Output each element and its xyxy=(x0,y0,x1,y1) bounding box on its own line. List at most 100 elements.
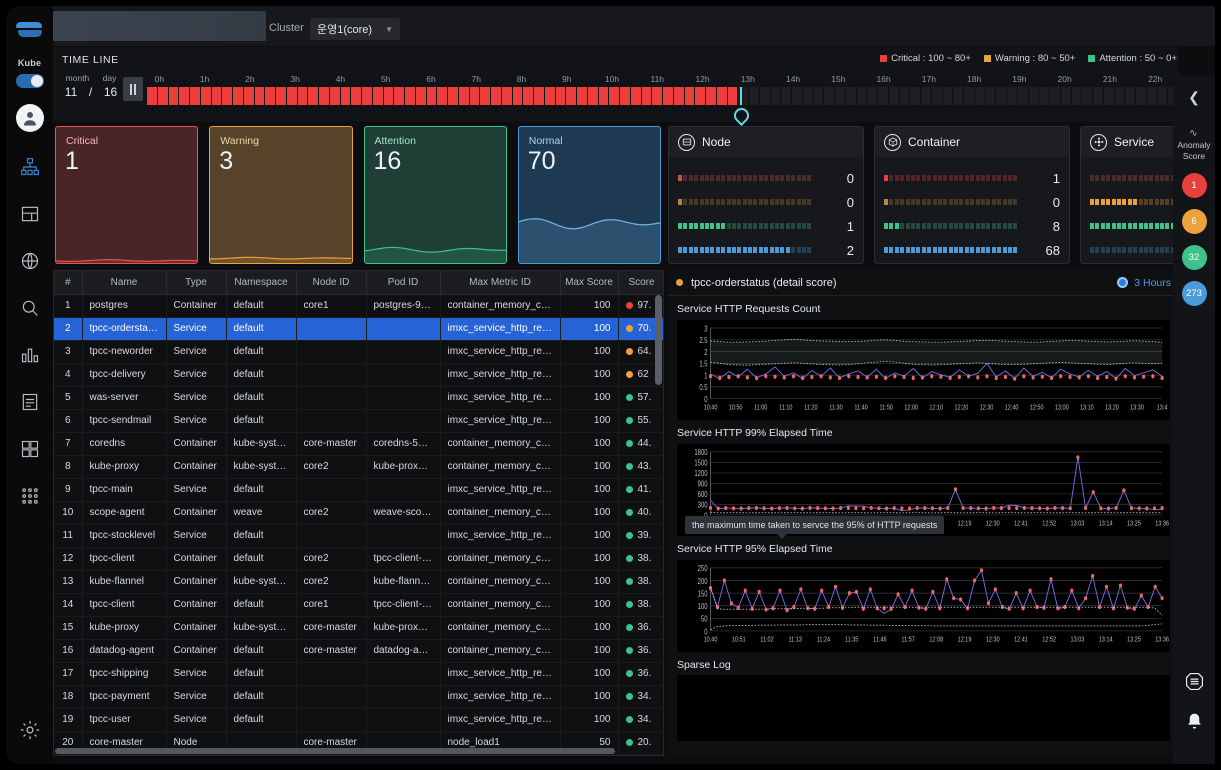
time-range-selector[interactable]: 3 Hours xyxy=(1117,277,1171,289)
timeline-cell[interactable] xyxy=(1093,87,1104,105)
timeline-cell[interactable] xyxy=(458,87,470,105)
table-row[interactable]: 18 tpcc-payment Service default imxc_service… xyxy=(54,685,663,709)
table-column-header[interactable]: Pod ID xyxy=(366,271,441,295)
sidebar-item-nodes-grid[interactable] xyxy=(18,484,42,508)
timeline-cell[interactable] xyxy=(469,87,481,105)
search-input[interactable] xyxy=(53,11,266,41)
table-row[interactable]: 12 tpcc-client Container default core2 tpcc-c… xyxy=(54,547,663,571)
table-column-header[interactable]: Max Score xyxy=(560,271,619,295)
table-column-header[interactable]: Node ID xyxy=(296,271,367,295)
kube-logo-icon[interactable] xyxy=(15,20,44,42)
table-row[interactable]: 15 kube-proxy Container kube-system core-mas… xyxy=(54,616,663,640)
cluster-select[interactable]: 운영1(core) ▼ xyxy=(310,18,400,40)
timeline-cell[interactable] xyxy=(695,87,706,105)
timeline-cell[interactable] xyxy=(394,87,405,105)
timeline-cell[interactable] xyxy=(813,87,825,105)
table-row[interactable]: 5 was-server Service default imxc_service_ht… xyxy=(54,386,663,410)
timeline-cell[interactable] xyxy=(480,87,491,105)
timeline-cell[interactable] xyxy=(781,87,792,105)
table-column-header[interactable]: # xyxy=(54,271,83,295)
timeline-cell[interactable] xyxy=(802,87,814,105)
timeline-cell[interactable] xyxy=(792,87,803,105)
timeline-cell[interactable] xyxy=(179,87,190,105)
timeline-cell[interactable] xyxy=(974,87,986,105)
timeline-cell[interactable] xyxy=(577,87,588,105)
timeline-cell[interactable] xyxy=(835,87,846,105)
timeline-cell[interactable] xyxy=(437,87,448,105)
sidebar-item-search[interactable] xyxy=(18,296,42,320)
timeline-track[interactable]: 0h 1h 2h 3h 4h 5h 6h 7h 8h 9h 10h 11h 12h 13h 14h 15h 16… xyxy=(147,74,1179,116)
timeline-cell[interactable] xyxy=(254,87,266,105)
sidebar-item-bar-chart[interactable] xyxy=(18,343,42,367)
day-value[interactable]: 16 xyxy=(104,85,117,99)
status-card-critical[interactable]: Critical 1 xyxy=(55,126,199,264)
timeline-cell[interactable] xyxy=(534,87,545,105)
timeline-cell[interactable] xyxy=(1050,87,1061,105)
timeline-playhead[interactable] xyxy=(740,87,742,105)
table-column-header[interactable]: Type xyxy=(166,271,227,295)
timeline-cell[interactable] xyxy=(233,87,244,105)
timeline-cell[interactable] xyxy=(426,87,438,105)
timeline-cell[interactable] xyxy=(168,87,180,105)
chart-plot-area[interactable]: 0 0.5 1 1.5 2 2.5 3 10:40 10:50 11:00 11:10 11:20 11… xyxy=(677,320,1170,420)
table-vertical-scrollbar[interactable] xyxy=(655,295,662,385)
table-row[interactable]: 19 tpcc-user Service default imxc_service_ht… xyxy=(54,708,663,732)
table-column-header[interactable]: Score xyxy=(618,271,663,295)
timeline-cell[interactable] xyxy=(286,87,298,105)
timeline-cell[interactable] xyxy=(211,87,223,105)
timeline-cell[interactable] xyxy=(878,87,889,105)
anomaly-bubble[interactable]: 32 xyxy=(1181,245,1207,270)
status-card-attention[interactable]: Attention 16 xyxy=(363,126,507,264)
status-card-normal[interactable]: Normal 70 xyxy=(517,126,661,264)
anomaly-bubble[interactable]: 6 xyxy=(1181,209,1207,234)
sidebar-item-report[interactable] xyxy=(18,390,42,414)
bell-icon[interactable] xyxy=(1185,712,1204,736)
table-column-header[interactable]: Max Metric ID xyxy=(440,271,561,295)
timeline-cell[interactable] xyxy=(157,87,169,105)
timeline-cell[interactable] xyxy=(243,87,255,105)
table-row[interactable]: 17 tpcc-shipping Service default imxc_servic… xyxy=(54,662,663,686)
timeline-cell[interactable] xyxy=(147,87,158,105)
timeline-cell[interactable] xyxy=(512,87,524,105)
timeline-cell[interactable] xyxy=(415,87,427,105)
table-row[interactable]: 6 tpcc-sendmail Service default imxc_service… xyxy=(54,409,663,433)
timeline-cell[interactable] xyxy=(200,87,212,105)
timeline-cell[interactable] xyxy=(1136,87,1147,105)
settings-gear-icon[interactable] xyxy=(19,719,41,746)
timeline-cell[interactable] xyxy=(985,87,997,105)
timeline-cell[interactable] xyxy=(405,87,416,105)
timeline-cell[interactable] xyxy=(620,87,631,105)
timeline-cell[interactable] xyxy=(308,87,319,105)
timeline-playhead-handle[interactable] xyxy=(734,105,747,120)
timeline-cell[interactable] xyxy=(523,87,534,105)
timeline-cell[interactable] xyxy=(362,87,373,105)
timeline-cell[interactable] xyxy=(942,87,954,105)
sidebar-item-grid[interactable] xyxy=(18,437,42,461)
table-row[interactable]: 4 tpcc-delivery Service default imxc_service… xyxy=(54,363,663,387)
timeline-cell[interactable] xyxy=(953,87,964,105)
anomaly-bubble[interactable]: 273 xyxy=(1181,281,1207,306)
timeline-cell[interactable] xyxy=(501,87,513,105)
timeline-cell[interactable] xyxy=(888,87,900,105)
resource-panel-node[interactable]: Node 0 0 1 2 xyxy=(668,126,864,264)
pause-icon[interactable] xyxy=(123,77,143,101)
timeline-cell[interactable] xyxy=(587,87,599,105)
timeline-cell[interactable] xyxy=(727,87,739,105)
timeline-cell[interactable] xyxy=(1007,87,1018,105)
table-row[interactable]: 8 kube-proxy Container kube-system core2 kube… xyxy=(54,455,663,479)
timeline-cell[interactable] xyxy=(1028,87,1040,105)
table-body[interactable]: 1 postgres Container default core1 postgres-9… xyxy=(54,294,663,755)
timeline-cell[interactable] xyxy=(297,87,309,105)
table-row[interactable]: 9 tpcc-main Service default imxc_service_htt… xyxy=(54,478,663,502)
sidebar-item-dashboard[interactable] xyxy=(18,202,42,226)
timeline-cell[interactable] xyxy=(598,87,610,105)
table-row[interactable]: 11 tpcc-stocklevel Service default imxc_serv… xyxy=(54,524,663,548)
timeline-cell[interactable] xyxy=(749,87,760,105)
resource-panel-container[interactable]: Container 1 0 8 68 xyxy=(874,126,1070,264)
timeline-cell[interactable] xyxy=(1114,87,1126,105)
timeline-cell[interactable] xyxy=(1060,87,1072,105)
timeline-cell[interactable] xyxy=(899,87,911,105)
table-row[interactable]: 16 datadog-agent Container default core-mast… xyxy=(54,639,663,663)
timeline-cell[interactable] xyxy=(340,87,352,105)
timeline-cell[interactable] xyxy=(1039,87,1050,105)
